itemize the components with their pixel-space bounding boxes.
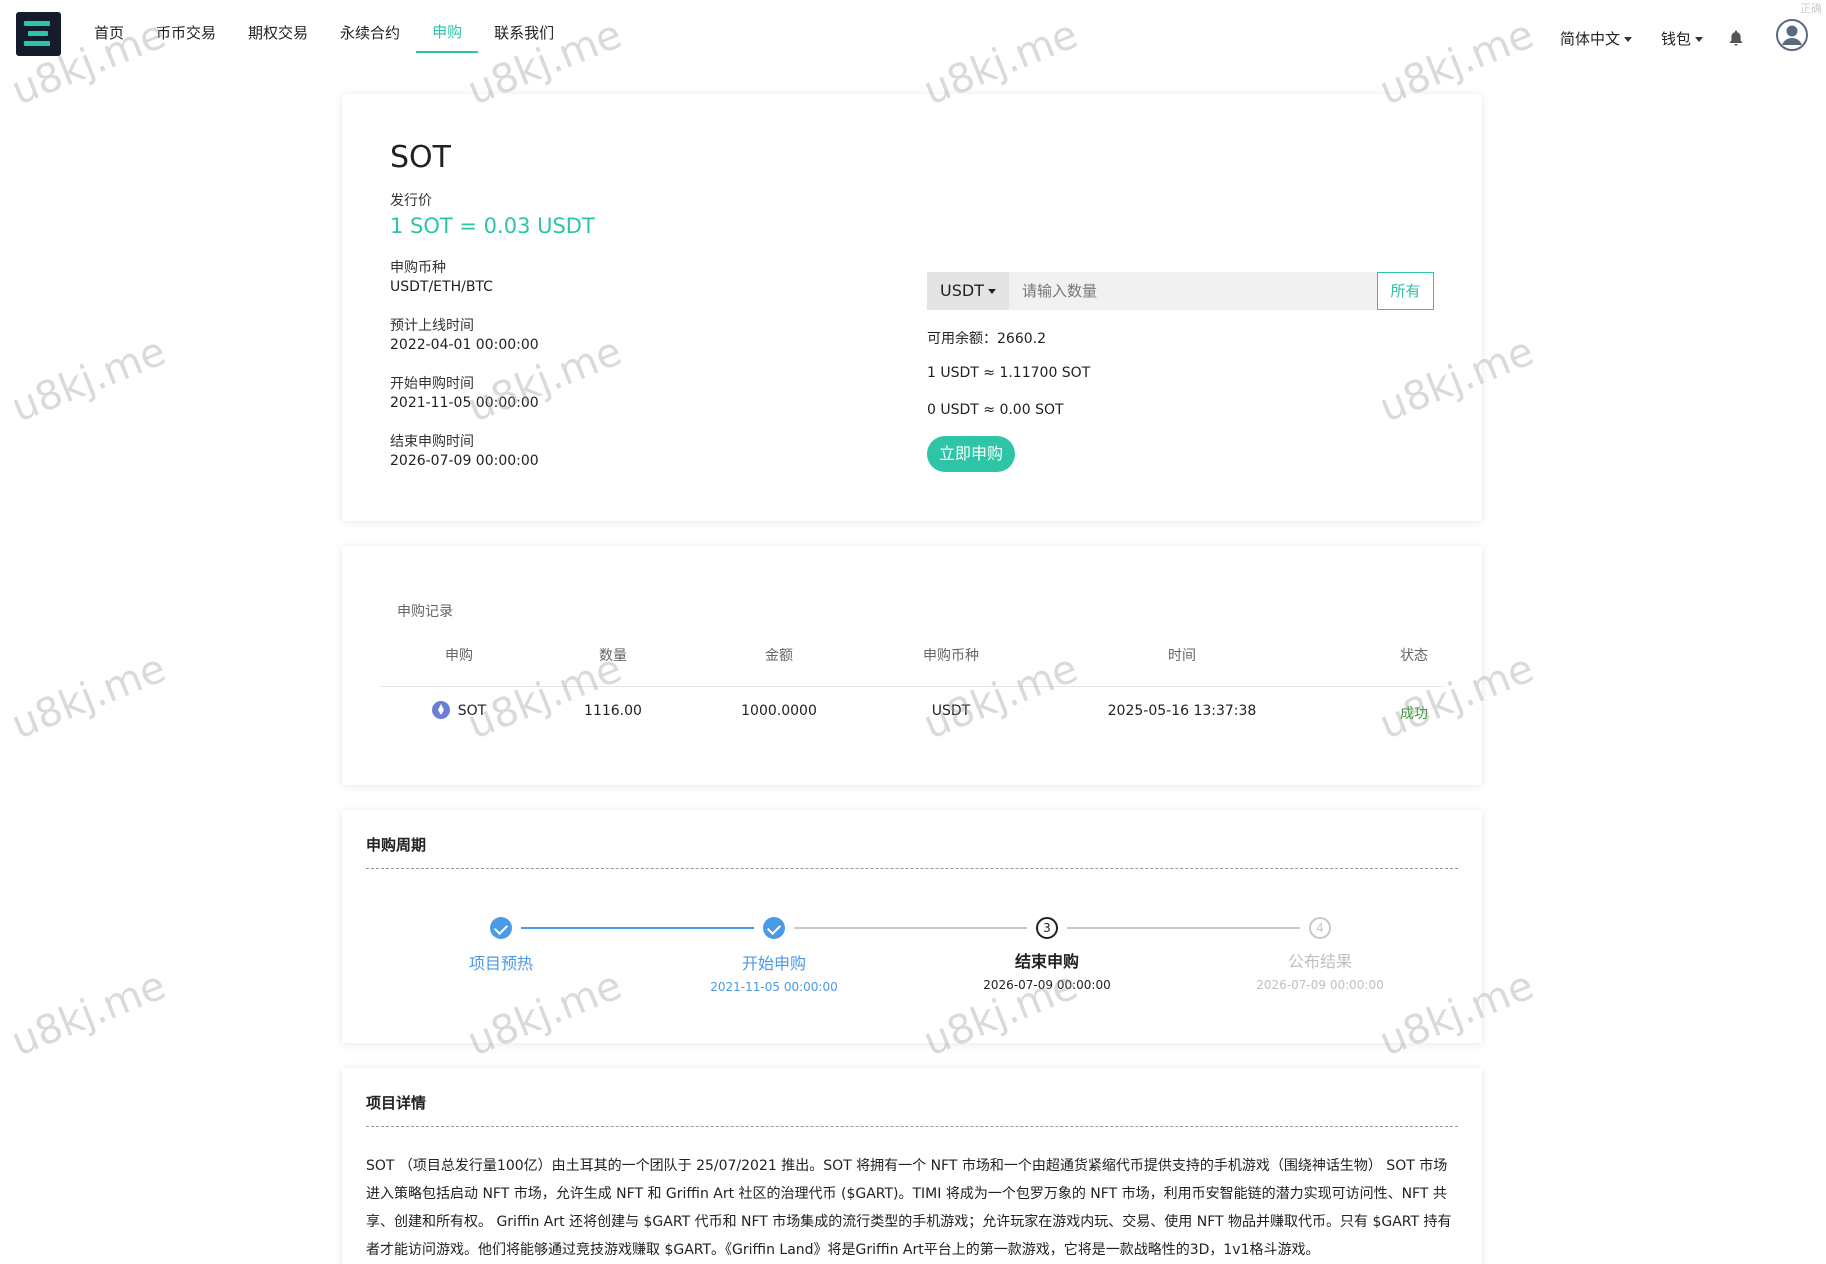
nav-home[interactable]: 首页 [78,0,140,53]
column-header: 状态 [1400,648,1428,664]
watermark: u8kj.me [5,962,173,1066]
language-label: 简体中文 [1560,30,1621,48]
chevron-down-icon [987,289,996,294]
details-card: 项目详情 SOT （项目总发行量100亿）由土耳其的一个团队于 25/07/20… [342,1068,1482,1264]
issue-price-label: 发行价 [390,193,432,209]
step-connector [521,927,754,929]
nav-perpetual[interactable]: 永续合约 [324,0,416,53]
step-name: 公布结果 [1287,952,1353,971]
row-currency: USDT [931,703,971,719]
listing-time-value: 2022-04-01 00:00:00 [390,337,539,353]
all-button[interactable]: 所有 [1377,272,1434,310]
nav-options-trading[interactable]: 期权交易 [232,0,324,53]
nav-subscription[interactable]: 申购 [416,0,479,53]
chevron-down-icon [1624,37,1633,42]
column-header: 申购币种 [923,648,979,664]
currency-select-label: USDT [940,281,984,300]
row-quantity: 1116.00 [584,703,642,719]
logo-icon[interactable] [16,12,61,56]
step-number-icon: 4 [1309,917,1331,939]
end-time-value: 2026-07-09 00:00:00 [390,453,539,469]
check-icon [490,917,512,939]
currency-value: USDT/ETH/BTC [390,279,493,295]
issue-price-value: 1 SOT = 0.03 USDT [390,214,595,238]
cycle-title: 申购周期 [366,836,427,854]
end-time-label: 结束申购时间 [390,434,474,450]
nav-spot-trading[interactable]: 币币交易 [140,0,232,53]
section-divider [366,1126,1458,1127]
wallet-label: 钱包 [1661,30,1692,48]
row-coin: SOT [457,703,487,719]
avatar[interactable] [1776,19,1808,51]
details-text: SOT （项目总发行量100亿）由土耳其的一个团队于 25/07/2021 推出… [366,1158,1452,1258]
cycle-card: 申购周期 项目预热 开始申购 2021-11-05 00:00:00 3 结束申… [342,810,1482,1043]
step-name: 开始申购 [741,954,807,973]
available-balance: 可用余额：2660.2 [927,331,1046,347]
top-navbar: 首页 币币交易 期权交易 永续合约 申购 联系我们 简体中文 钱包 正确 [0,0,1826,64]
row-time: 2025-05-16 13:37:38 [1107,703,1257,719]
records-card: 申购记录 申购 数量 金额 申购币种 时间 状态 SOT 1116.00 100… [342,546,1482,785]
section-divider [366,868,1458,869]
language-dropdown[interactable]: 简体中文 [1560,28,1633,49]
table-divider [380,686,1444,687]
row-amount: 1000.0000 [741,703,817,719]
step-date: 2026-07-09 00:00:00 [1256,978,1384,992]
project-info-card: SOT 发行价 1 SOT = 0.03 USDT 申购币种 USDT/ETH/… [342,94,1482,521]
currency-label: 申购币种 [390,260,446,276]
column-header: 时间 [1168,648,1196,664]
step-date: 2021-11-05 00:00:00 [710,980,838,994]
nav-contact[interactable]: 联系我们 [478,0,570,53]
start-time-label: 开始申购时间 [390,376,474,392]
step-name: 项目预热 [468,954,534,973]
column-header: 数量 [599,648,627,664]
column-header: 金额 [765,648,793,664]
project-name: SOT [390,140,451,175]
step-date: 2026-07-09 00:00:00 [983,978,1111,992]
chevron-down-icon [1695,37,1704,42]
wallet-dropdown[interactable]: 钱包 [1661,28,1704,49]
bell-icon[interactable] [1729,30,1743,46]
watermark: u8kj.me [5,645,173,749]
details-title: 项目详情 [366,1094,427,1112]
check-icon [763,917,785,939]
main-nav: 首页 币币交易 期权交易 永续合约 申购 联系我们 [78,0,570,64]
watermark: u8kj.me [5,328,173,432]
subscribe-input-group: USDT 所有 [927,272,1434,310]
step-connector [1067,927,1300,929]
step-connector [794,927,1027,929]
exchange-rate: 1 USDT ≈ 1.11700 SOT [927,365,1091,381]
coin-icon [432,701,450,719]
records-title: 申购记录 [397,604,453,620]
currency-select[interactable]: USDT [927,272,1009,310]
subscribe-now-button[interactable]: 立即申购 [927,436,1015,472]
amount-input[interactable] [1009,272,1376,310]
step-name: 结束申购 [1014,952,1080,971]
estimate-amount: 0 USDT ≈ 0.00 SOT [927,402,1064,418]
corner-text: 正确 [1800,2,1822,15]
row-status: 成功 [1400,706,1428,722]
step-number-icon: 3 [1036,917,1058,939]
start-time-value: 2021-11-05 00:00:00 [390,395,539,411]
listing-time-label: 预计上线时间 [390,318,474,334]
column-header: 申购 [445,648,473,664]
